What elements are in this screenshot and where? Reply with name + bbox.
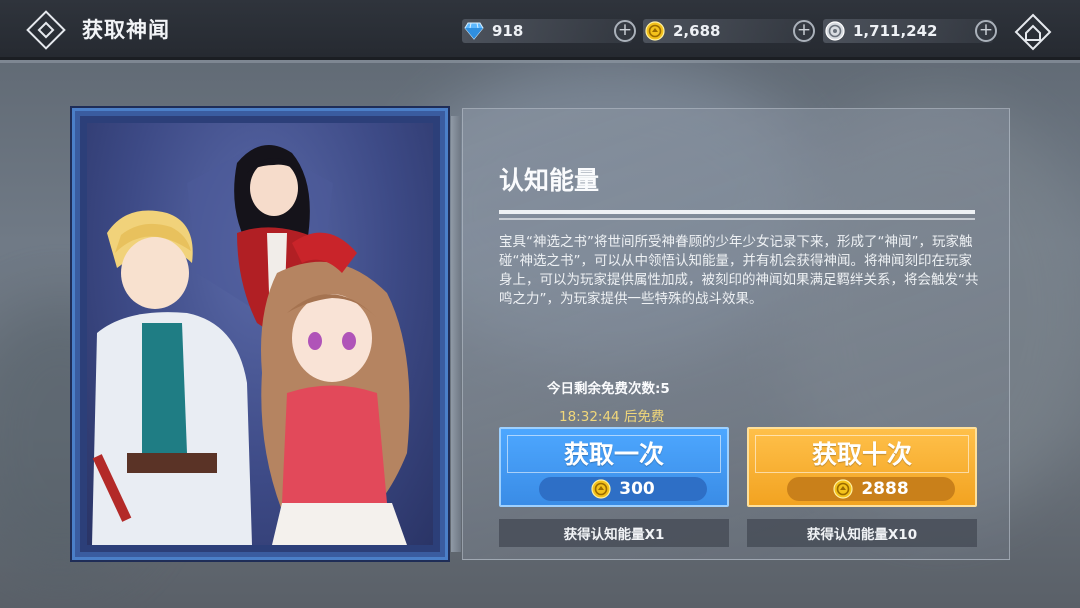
add-silver-button[interactable]: + xyxy=(975,20,997,42)
draw-ten-reward: 获得认知能量X10 xyxy=(747,519,977,547)
add-gold-button[interactable]: + xyxy=(793,20,815,42)
draw-once-reward: 获得认知能量X1 xyxy=(499,519,729,547)
card-divider xyxy=(451,116,461,552)
diamond-count: 918 xyxy=(492,22,524,40)
back-icon xyxy=(26,10,66,50)
silver-coin-icon xyxy=(825,21,845,41)
home-icon xyxy=(1014,13,1052,51)
character-artwork xyxy=(87,123,433,545)
draw-ten-price-value: 2888 xyxy=(861,479,909,499)
draw-ten-label: 获取十次 xyxy=(811,440,912,469)
info-panel: 认知能量 宝具“神选之书”将世间所受神眷顾的少年少女记录下来，形成了“神闻”，玩… xyxy=(462,108,1010,560)
draw-once-button[interactable]: 获取一次 300 xyxy=(499,427,729,507)
gold-coin-icon xyxy=(591,479,611,499)
draw-ten-button[interactable]: 获取十次 2888 xyxy=(747,427,977,507)
silver-count: 1,711,242 xyxy=(853,22,938,40)
home-button[interactable] xyxy=(1013,12,1053,52)
gold-coin-icon xyxy=(645,21,665,41)
description-text: 宝具“神选之书”将世间所受神眷顾的少年少女记录下来，形成了“神闻”，玩家触碰“神… xyxy=(499,234,979,307)
currency-silver: 1,711,242 + xyxy=(823,19,997,43)
draw-once-label: 获取一次 xyxy=(563,440,664,469)
free-draw-timer: 18:32:44 后免费 xyxy=(559,409,665,425)
title-divider xyxy=(499,210,975,214)
top-bar: 获取神闻 918 + 2,688 + 1,711,242 + xyxy=(0,0,1080,63)
free-draw-count: 今日剩余免费次数:5 xyxy=(547,381,670,397)
currency-gold: 2,688 + xyxy=(643,19,815,43)
back-button[interactable] xyxy=(26,10,66,50)
draw-ten-price: 2888 xyxy=(787,477,955,501)
panel-title: 认知能量 xyxy=(499,166,600,195)
page-title: 获取神闻 xyxy=(82,18,170,42)
gold-count: 2,688 xyxy=(673,22,721,40)
add-diamond-button[interactable]: + xyxy=(614,20,636,42)
draw-once-price-value: 300 xyxy=(619,479,655,499)
title-divider xyxy=(499,218,975,220)
gold-coin-icon xyxy=(833,479,853,499)
draw-once-price: 300 xyxy=(539,477,707,501)
diamond-icon xyxy=(464,21,484,41)
currency-diamond: 918 + xyxy=(462,19,636,43)
character-card xyxy=(72,108,448,560)
